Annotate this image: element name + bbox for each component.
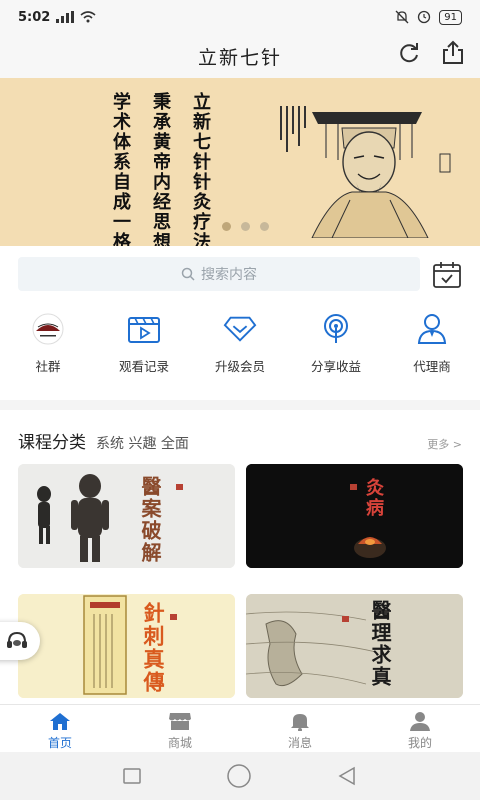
course-card[interactable]: 針刺真傳 xyxy=(18,594,235,698)
course-cover-image xyxy=(246,594,463,698)
tab-profile[interactable]: 我的 xyxy=(370,705,470,752)
quick-menu-label: 升级会员 xyxy=(214,359,265,374)
home-icon xyxy=(50,713,70,730)
course-title: 醫案破解 xyxy=(138,476,162,564)
search-icon xyxy=(181,267,195,281)
course-cover-image xyxy=(18,464,235,568)
customer-service-button[interactable] xyxy=(0,622,40,660)
carousel-dot[interactable] xyxy=(260,222,269,231)
recent-apps-icon[interactable] xyxy=(122,767,142,785)
calendar-checkin-icon[interactable] xyxy=(432,261,462,289)
quick-menu-label: 代理商 xyxy=(413,359,451,374)
search-input[interactable]: 搜索内容 xyxy=(18,257,420,291)
course-title: 醫理求真 xyxy=(368,600,392,688)
quick-menu-watch-history[interactable]: 观看记录 xyxy=(99,312,189,392)
system-navigation-bar xyxy=(0,752,480,800)
course-title: 針刺真傳 xyxy=(141,602,166,694)
section-divider xyxy=(0,400,480,410)
course-card[interactable]: 醫理求真 xyxy=(246,594,463,698)
agent-person-icon xyxy=(417,314,447,344)
quick-menu-agent[interactable]: 代理商 xyxy=(387,312,477,392)
status-bar: 5:02 91 xyxy=(0,0,480,34)
bottom-tab-bar: 首页 商城 消息 我的 xyxy=(0,704,480,752)
home-circle-icon[interactable] xyxy=(226,763,252,789)
course-title: 灸病 xyxy=(363,478,384,518)
wifi-icon xyxy=(80,11,96,23)
tab-label: 商城 xyxy=(167,736,192,750)
carousel-dots[interactable] xyxy=(222,222,269,231)
refresh-icon[interactable] xyxy=(396,40,422,66)
headset-icon xyxy=(7,631,27,648)
person-icon xyxy=(410,712,430,731)
course-cover-image xyxy=(18,594,235,698)
tab-home[interactable]: 首页 xyxy=(10,705,110,752)
diamond-icon xyxy=(223,316,257,342)
quick-menu-share-earnings[interactable]: 分享收益 xyxy=(291,312,381,392)
mute-bell-icon xyxy=(395,10,409,24)
signal-icon xyxy=(56,11,75,23)
course-card[interactable]: 醫案破解 xyxy=(18,464,235,568)
page-title: 立新七针 xyxy=(197,46,282,69)
banner-line-1: 立新七针针灸疗法 xyxy=(190,92,211,246)
carousel-dot[interactable] xyxy=(222,222,231,231)
bell-icon xyxy=(291,714,309,731)
community-logo-icon xyxy=(32,313,64,345)
broadcast-icon xyxy=(324,314,348,343)
promo-banner[interactable]: 立新七针针灸疗法 秉承黄帝内经思想 学术体系自成一格 xyxy=(0,78,480,246)
store-icon xyxy=(169,713,191,730)
search-row: 搜索内容 xyxy=(0,246,480,302)
course-cover-image xyxy=(246,464,463,568)
app-header: 立新七针 xyxy=(0,34,480,78)
banner-line-3: 学术体系自成一格 xyxy=(110,92,131,246)
tab-label: 消息 xyxy=(287,736,312,750)
status-time: 5:02 xyxy=(18,9,51,25)
alarm-icon xyxy=(418,10,431,24)
tab-store[interactable]: 商城 xyxy=(130,705,230,752)
quick-menu-label: 观看记录 xyxy=(118,359,169,374)
section-title: 课程分类 xyxy=(18,433,86,453)
quick-menu-upgrade-membership[interactable]: 升级会员 xyxy=(195,312,285,392)
banner-line-2: 秉承黄帝内经思想 xyxy=(150,92,171,246)
section-tags: 系统 兴趣 全面 xyxy=(96,436,189,452)
course-section-header: 课程分类 系统 兴趣 全面 更多 > xyxy=(18,428,462,453)
video-play-icon xyxy=(128,317,160,343)
tab-label: 首页 xyxy=(47,736,72,750)
tab-label: 我的 xyxy=(407,736,432,750)
back-triangle-icon[interactable] xyxy=(336,766,358,786)
search-placeholder: 搜索内容 xyxy=(201,267,257,283)
course-card[interactable]: 灸病 xyxy=(246,464,463,568)
quick-menu-label: 社群 xyxy=(35,359,61,374)
share-icon[interactable] xyxy=(440,40,466,66)
quick-menu-community[interactable]: 社群 xyxy=(3,312,93,392)
quick-menu-label: 分享收益 xyxy=(310,359,361,374)
carousel-dot[interactable] xyxy=(241,222,250,231)
emperor-portrait-illustration xyxy=(272,88,468,238)
more-link[interactable]: 更多 > xyxy=(427,436,462,452)
battery-indicator: 91 xyxy=(439,9,462,25)
tab-messages[interactable]: 消息 xyxy=(250,705,350,752)
quick-menu: 社群 观看记录 升级会员 分享收益 代理商 xyxy=(0,312,480,392)
